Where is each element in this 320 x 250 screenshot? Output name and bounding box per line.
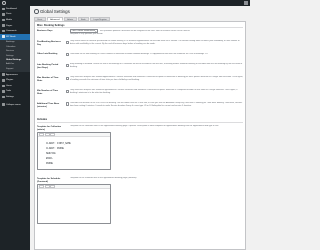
pages-icon — [2, 24, 5, 27]
additional-time-base-label: Additional Time Base (minutes) — [37, 102, 60, 108]
sidebar-item-wp-booki[interactable]: WP Booki — [0, 33, 30, 40]
editor-toolbar-button[interactable] — [44, 185, 50, 189]
comments-icon — [2, 29, 5, 33]
collection-template-label: Template for Collection (admin) — [37, 125, 62, 131]
section-title-includes: Includes — [37, 118, 48, 122]
sidebar-item-label: Appearance — [5, 73, 18, 76]
min-time-slots-checkbox[interactable] — [65, 89, 69, 93]
max-time-slots-label: Max Number of Time Slots — [37, 76, 59, 82]
editor-toolbar-button[interactable] — [44, 133, 50, 137]
template-line: EMAIL — [46, 156, 53, 160]
editor-toolbar-button[interactable] — [50, 185, 56, 189]
media-icon — [2, 18, 5, 22]
editor-toolbar-button[interactable] — [39, 133, 44, 137]
calendar-icon — [2, 35, 5, 39]
other-late-booking-description: Overshoot on the late booking of a new c… — [70, 52, 209, 55]
editor-toolbar-button[interactable] — [39, 185, 44, 189]
collapse-icon — [2, 103, 5, 106]
sidebar-item-label: Pages — [5, 24, 13, 27]
sidebar-item-label: Settings — [5, 96, 14, 99]
users-icon — [2, 84, 5, 88]
collection-template-editor[interactable]: CLIENT: FIRST_NAME CLIENT: PHONE SERVICE… — [37, 131, 111, 170]
posts-icon — [2, 13, 5, 16]
max-time-slots-description: Only valid with Multiples tab. Minimal A… — [70, 76, 243, 81]
postbooking-days-checkbox[interactable] — [65, 40, 69, 44]
min-time-slots-description: Only valid with Multiples tab. Minimum a… — [70, 89, 238, 94]
sidebar-item-label: Media — [5, 18, 12, 21]
sidebar-item-label: Posts — [5, 13, 12, 16]
appearance-icon — [2, 73, 5, 76]
template-line: PHONE — [46, 161, 53, 165]
additional-time-base-select[interactable] — [65, 102, 70, 106]
collection-template-description: Template for the collection form in the … — [70, 125, 219, 128]
tools-icon — [2, 90, 5, 93]
postbooking-days-label: PostBooking Business Day — [37, 40, 61, 46]
business-days-label: Business Days — [37, 29, 53, 32]
sidebar-item-label: Users — [5, 84, 12, 87]
settings-panel: Misc. Booking Settings Business Days Las… — [34, 20, 246, 250]
schedule-template-editor[interactable] — [37, 183, 111, 224]
sidebar-item-label: Comments — [5, 30, 17, 33]
page-title-text: Global Settings — [39, 9, 70, 14]
template-line: CLIENT: PHONE — [46, 146, 64, 150]
section-divider — [37, 27, 243, 29]
late-booking-period-label: Late Booking Period (last Days) — [37, 63, 59, 69]
section-title-misc: Misc. Booking Settings — [37, 23, 65, 27]
schedule-template-description: Template for the schedule form in the ap… — [70, 177, 137, 180]
sidebar-item-settings[interactable]: Settings — [0, 94, 30, 100]
settings-icon — [2, 95, 5, 99]
sidebar-item-label: WP Booki — [5, 35, 16, 38]
business-days-value: Last Current Week/Week — [71, 30, 95, 33]
sidebar-item-label: Tools — [5, 90, 12, 93]
template-line: CLIENT: FIRST_NAME — [46, 141, 71, 145]
schedule-template-label: Template for Schedule (Frontend) — [37, 177, 61, 183]
avatar[interactable] — [244, 1, 248, 5]
sidebar-item-label: Plugins — [5, 79, 14, 82]
gear-icon — [34, 9, 39, 14]
editor-toolbar — [38, 184, 110, 189]
editor-toolbar — [38, 132, 110, 137]
min-time-slots-label: Min Number of Time Slots — [37, 89, 58, 95]
postbooking-days-description: Only affects when an overdue pre-defined… — [70, 40, 240, 45]
collapse-menu-label: Collapse menu — [5, 103, 21, 106]
max-time-slots-checkbox[interactable] — [65, 76, 69, 80]
late-booking-period-checkbox[interactable] — [65, 63, 69, 67]
collapse-menu-button[interactable]: Collapse menu — [0, 102, 30, 108]
additional-time-base-description: Overrides the duration of the PROCESS on… — [70, 102, 243, 107]
page-title: Global Settings — [34, 9, 70, 14]
sidebar-item-label: Dashboard — [5, 7, 17, 10]
sidebar-submenu: Bookings Calendars Services Settings Glo… — [0, 39, 30, 72]
dashboard-icon — [2, 7, 5, 11]
main-content: Global Settings Basic Advanced Admin Boo… — [33, 6, 247, 250]
wordpress-logo-icon[interactable] — [2, 1, 6, 5]
other-late-booking-checkbox[interactable] — [65, 53, 69, 57]
other-late-booking-label: Other Late Booking — [37, 53, 58, 56]
section-divider — [37, 121, 243, 123]
plugins-icon — [2, 78, 5, 82]
submenu-item-support[interactable]: Support — [0, 67, 30, 71]
late-booking-period-description: Early booking is disabled. Define the fi… — [70, 63, 243, 68]
admin-sidebar: Dashboard Posts Media Pages Comments WP … — [0, 6, 30, 250]
template-line: SERVICE — [46, 151, 56, 155]
business-days-note: complete is only possible you decide. — [70, 33, 104, 36]
editor-toolbar-button[interactable] — [50, 133, 56, 137]
